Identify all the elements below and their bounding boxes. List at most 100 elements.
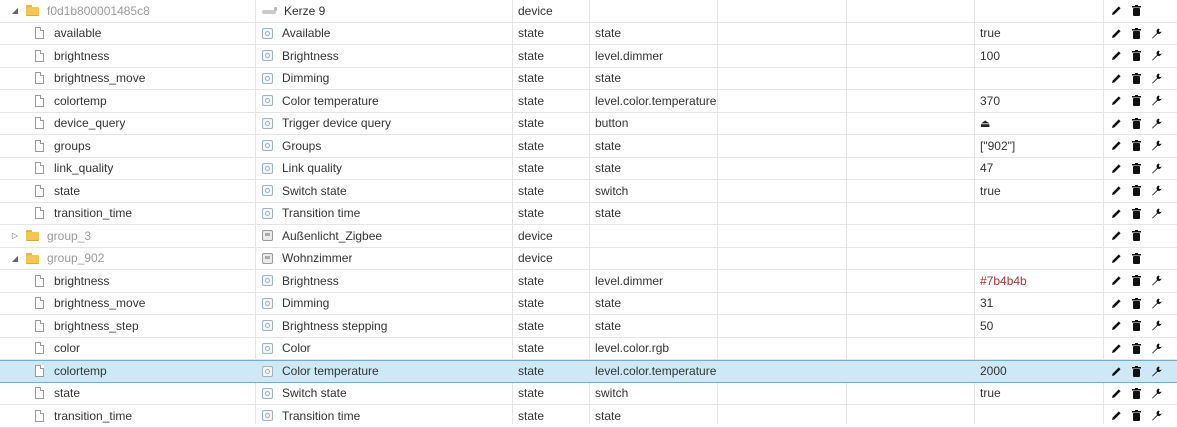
edit-pencil-icon[interactable] — [1106, 385, 1126, 401]
tree-state-row[interactable]: color Color state level.color.rgb — [0, 338, 1177, 360]
edit-pencil-icon[interactable] — [1106, 138, 1126, 154]
edit-pencil-icon[interactable] — [1106, 205, 1126, 221]
delete-trash-icon[interactable] — [1126, 295, 1146, 311]
tree-state-row[interactable]: groups Groups state state ["902"] — [0, 135, 1177, 158]
tree-state-row[interactable]: brightness_step Brightness stepping state s… — [0, 315, 1177, 338]
tree-state-row[interactable]: brightness_move Dimming state state 31 — [0, 293, 1177, 315]
value-cell[interactable]: 100 — [980, 45, 1000, 67]
settings-wrench-icon[interactable] — [1146, 318, 1166, 334]
delete-trash-icon[interactable] — [1126, 93, 1146, 109]
delete-trash-icon[interactable] — [1126, 318, 1146, 334]
edit-pencil-icon[interactable] — [1106, 250, 1126, 266]
value-cell[interactable]: true — [980, 383, 1001, 405]
delete-trash-icon[interactable] — [1126, 25, 1146, 41]
expand-toggle-icon[interactable]: ▷ — [10, 225, 20, 247]
delete-trash-icon[interactable] — [1126, 408, 1146, 424]
settings-wrench-icon[interactable] — [1146, 70, 1166, 86]
value-cell[interactable]: 47 — [980, 158, 993, 180]
edit-pencil-icon[interactable] — [1106, 183, 1126, 199]
tree-state-row[interactable]: colortemp Color temperature state level.col… — [0, 360, 1177, 383]
settings-wrench-icon[interactable] — [1146, 295, 1166, 311]
edit-pencil-icon[interactable] — [1106, 295, 1126, 311]
candle-icon — [262, 6, 278, 15]
tree-folder-row[interactable]: ◢ f0d1b800001485c8 Kerze 9 device — [0, 0, 1177, 23]
state-id-label: link_quality — [54, 161, 114, 176]
delete-trash-icon[interactable] — [1126, 340, 1146, 356]
edit-pencil-icon[interactable] — [1106, 228, 1126, 244]
delete-trash-icon[interactable] — [1126, 228, 1146, 244]
tree-state-row[interactable]: link_quality Link quality state state 47 — [0, 158, 1177, 180]
tree-folder-row[interactable]: ◢ group_902 Wohnzimmer device — [0, 248, 1177, 270]
tree-state-row[interactable]: available Available state state true — [0, 23, 1177, 45]
settings-wrench-icon[interactable] — [1146, 340, 1166, 356]
value-cell[interactable]: ⏏ — [980, 113, 990, 135]
tree-state-row[interactable]: brightness Brightness state level.dimmer #7b… — [0, 270, 1177, 293]
settings-wrench-icon[interactable] — [1146, 385, 1166, 401]
object-role-label: state — [518, 341, 545, 356]
settings-wrench-icon[interactable] — [1146, 48, 1166, 64]
tree-state-row[interactable]: state Switch state state switch true — [0, 383, 1177, 405]
row-actions — [1106, 45, 1166, 67]
tree-state-row[interactable]: transition_time Transition time state state — [0, 203, 1177, 225]
delete-trash-icon[interactable] — [1126, 183, 1146, 199]
value-cell[interactable]: 2000 — [980, 361, 1007, 382]
value-cell[interactable]: 50 — [980, 315, 993, 337]
edit-pencil-icon[interactable] — [1106, 363, 1126, 379]
value-cell[interactable]: ["902"] — [980, 135, 1015, 157]
object-role-label: state — [518, 206, 545, 221]
settings-wrench-icon[interactable] — [1146, 93, 1166, 109]
tree-state-row[interactable]: state Switch state state switch true — [0, 180, 1177, 203]
tree-state-row[interactable]: brightness_move Dimming state state — [0, 68, 1177, 90]
file-icon — [35, 207, 44, 220]
value-cell[interactable]: #7b4b4b — [980, 270, 1027, 292]
edit-pencil-icon[interactable] — [1106, 340, 1126, 356]
value-cell[interactable]: 370 — [980, 90, 1000, 112]
value-cell[interactable]: 31 — [980, 293, 993, 315]
delete-trash-icon[interactable] — [1126, 205, 1146, 221]
delete-trash-icon[interactable] — [1126, 160, 1146, 176]
row-actions — [1106, 225, 1146, 247]
file-icon — [35, 117, 44, 130]
tree-state-row[interactable]: transition_time Transition time state state — [0, 405, 1177, 428]
edit-pencil-icon[interactable] — [1106, 318, 1126, 334]
settings-wrench-icon[interactable] — [1146, 273, 1166, 289]
edit-pencil-icon[interactable] — [1106, 70, 1126, 86]
edit-pencil-icon[interactable] — [1106, 408, 1126, 424]
tree-state-row[interactable]: colortemp Color temperature state level.col… — [0, 90, 1177, 113]
collapse-toggle-icon[interactable]: ◢ — [10, 248, 20, 270]
delete-trash-icon[interactable] — [1126, 385, 1146, 401]
collapse-toggle-icon[interactable]: ◢ — [10, 0, 20, 22]
value-cell[interactable]: true — [980, 23, 1001, 45]
settings-wrench-icon[interactable] — [1146, 408, 1166, 424]
edit-pencil-icon[interactable] — [1106, 160, 1126, 176]
delete-trash-icon[interactable] — [1126, 138, 1146, 154]
edit-pencil-icon[interactable] — [1106, 25, 1126, 41]
settings-wrench-icon[interactable] — [1146, 205, 1166, 221]
edit-pencil-icon[interactable] — [1106, 3, 1126, 19]
delete-trash-icon[interactable] — [1126, 250, 1146, 266]
settings-wrench-icon[interactable] — [1146, 115, 1166, 131]
delete-trash-icon[interactable] — [1126, 3, 1146, 19]
settings-wrench-icon[interactable] — [1146, 160, 1166, 176]
settings-wrench-icon[interactable] — [1146, 138, 1166, 154]
tree-state-row[interactable]: device_query Trigger device query state but… — [0, 113, 1177, 135]
delete-trash-icon[interactable] — [1126, 70, 1146, 86]
delete-trash-icon[interactable] — [1126, 273, 1146, 289]
edit-pencil-icon[interactable] — [1106, 48, 1126, 64]
edit-pencil-icon[interactable] — [1106, 93, 1126, 109]
id-cell: ◢ group_902 — [10, 248, 104, 270]
eject-icon[interactable]: ⏏ — [980, 117, 990, 130]
value-cell[interactable]: true — [980, 180, 1001, 202]
tree-state-row[interactable]: brightness Brightness state level.dimmer 100 — [0, 45, 1177, 68]
settings-wrench-icon[interactable] — [1146, 183, 1166, 199]
delete-trash-icon[interactable] — [1126, 363, 1146, 379]
delete-trash-icon[interactable] — [1126, 115, 1146, 131]
settings-wrench-icon[interactable] — [1146, 363, 1166, 379]
tree-folder-row[interactable]: ▷ group_3 Außenlicht_Zigbee device — [0, 225, 1177, 248]
state-id-label: colortemp — [54, 93, 107, 108]
edit-pencil-icon[interactable] — [1106, 115, 1126, 131]
settings-wrench-icon[interactable] — [1146, 25, 1166, 41]
delete-trash-icon[interactable] — [1126, 48, 1146, 64]
edit-pencil-icon[interactable] — [1106, 273, 1126, 289]
object-role-label: device — [518, 251, 553, 266]
